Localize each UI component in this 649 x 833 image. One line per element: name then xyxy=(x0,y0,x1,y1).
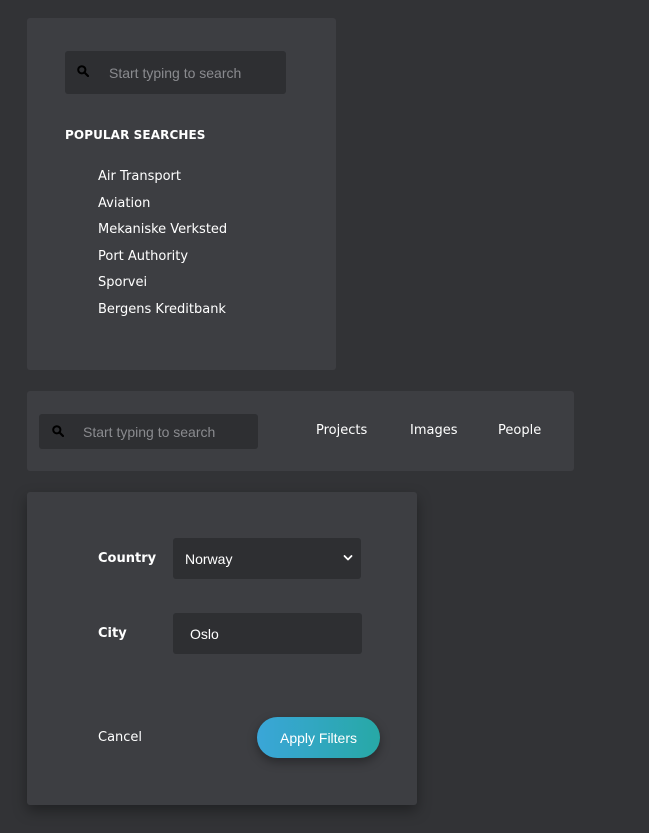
popular-search-item[interactable]: Bergens Kreditbank xyxy=(98,301,227,328)
popular-searches-list: Air Transport Aviation Mekaniske Verkste… xyxy=(98,168,227,328)
search-nav-bar: Projects Images People xyxy=(27,391,574,471)
popular-searches-heading: POPULAR SEARCHES xyxy=(65,128,206,142)
filters-panel: Country Norway City Cancel Apply Filters xyxy=(27,492,417,805)
search-icon xyxy=(52,425,64,437)
search-box[interactable] xyxy=(65,51,286,94)
popular-search-item[interactable]: Mekaniske Verksted xyxy=(98,221,227,248)
nav-link-projects[interactable]: Projects xyxy=(316,423,367,438)
nav-link-images[interactable]: Images xyxy=(410,423,458,438)
city-label: City xyxy=(98,626,127,641)
country-label: Country xyxy=(98,551,157,566)
popular-searches-panel: POPULAR SEARCHES Air Transport Aviation … xyxy=(27,18,336,370)
popular-search-item[interactable]: Air Transport xyxy=(98,168,227,195)
nav-search-box[interactable] xyxy=(39,414,258,449)
nav-search-input[interactable] xyxy=(83,414,253,449)
search-icon xyxy=(77,65,89,77)
cancel-button[interactable]: Cancel xyxy=(98,730,142,745)
country-selected-value: Norway xyxy=(185,551,233,567)
popular-search-item[interactable]: Sporvei xyxy=(98,274,227,301)
search-input[interactable] xyxy=(109,51,279,94)
popular-search-item[interactable]: Port Authority xyxy=(98,248,227,275)
city-field[interactable] xyxy=(173,613,362,654)
chevron-down-icon xyxy=(343,555,353,561)
nav-link-people[interactable]: People xyxy=(498,423,541,438)
country-select[interactable]: Norway xyxy=(173,538,361,579)
popular-search-item[interactable]: Aviation xyxy=(98,195,227,222)
apply-filters-button[interactable]: Apply Filters xyxy=(257,717,380,758)
